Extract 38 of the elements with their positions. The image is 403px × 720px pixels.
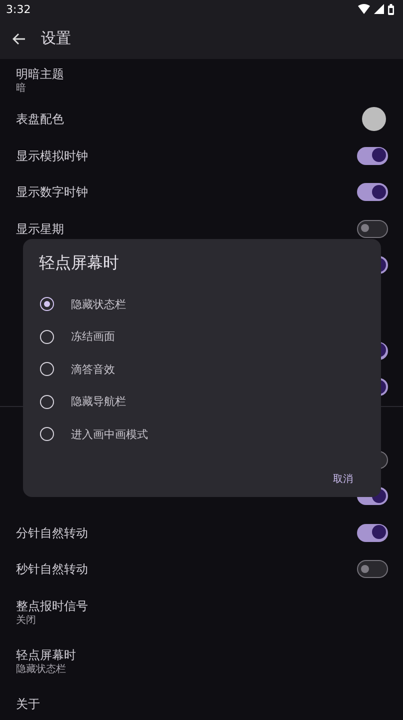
setting-summary: 关闭	[16, 614, 37, 626]
setting-label: 表盘配色	[16, 111, 64, 128]
radio-button[interactable]	[40, 394, 54, 409]
option-label[interactable]: 冻结画面	[71, 329, 115, 344]
toggle-switch[interactable]	[357, 524, 388, 542]
setting-label: 轻点屏幕时	[16, 646, 76, 662]
wifi-icon	[358, 4, 370, 14]
status-time: 3:32	[6, 2, 31, 16]
setting-label: 明暗主题	[16, 66, 64, 82]
page-title: 设置	[41, 29, 71, 48]
toggle-switch[interactable]	[357, 183, 388, 202]
dialog-title: 轻点屏幕时	[39, 253, 119, 273]
radio-button[interactable]	[40, 297, 54, 312]
radio-button[interactable]	[40, 362, 54, 376]
back-button[interactable]	[12, 32, 26, 44]
color-swatch[interactable]	[362, 107, 386, 132]
setting-label: 显示星期	[16, 220, 64, 237]
option-label[interactable]: 隐藏导航栏	[71, 394, 126, 410]
setting-summary: 隐藏状态栏	[16, 662, 67, 676]
radio-button[interactable]	[40, 330, 54, 344]
radio-button[interactable]	[40, 427, 54, 442]
back-arrow-icon	[12, 32, 26, 44]
cancel-button[interactable]: 取消	[327, 468, 359, 490]
setting-label: 显示模拟时钟	[16, 148, 88, 164]
signal-icon	[374, 4, 384, 14]
setting-label: 分针自然转动	[16, 524, 88, 541]
option-label[interactable]: 滴答音效	[71, 362, 115, 377]
setting-label: 关于	[16, 696, 40, 712]
toggle-switch[interactable]	[357, 560, 388, 578]
setting-label: 秒针自然转动	[16, 561, 88, 578]
setting-summary: 暗	[16, 82, 27, 94]
setting-label: 显示数字时钟	[16, 184, 88, 200]
setting-label: 整点报时信号	[16, 598, 88, 614]
toggle-switch[interactable]	[357, 220, 388, 238]
option-label[interactable]: 进入画中画模式	[71, 426, 148, 442]
toggle-switch[interactable]	[357, 146, 388, 165]
option-label[interactable]: 隐藏状态栏	[71, 296, 126, 312]
battery-icon	[388, 4, 394, 14]
